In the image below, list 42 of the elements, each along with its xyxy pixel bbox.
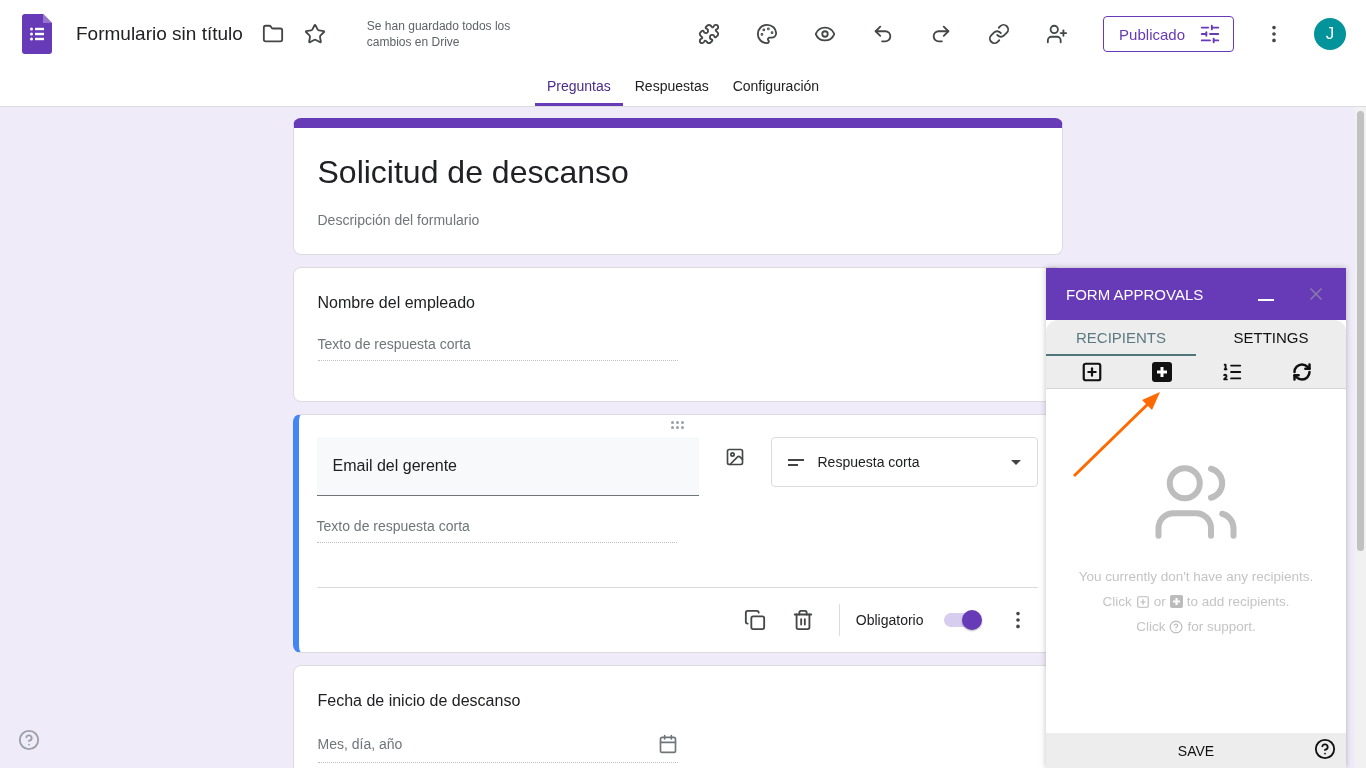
form-description[interactable]: Descripción del formulario xyxy=(317,212,1038,228)
answer-field: Texto de respuesta corta xyxy=(317,336,678,361)
question-title-field[interactable]: Email del gerente xyxy=(316,437,699,496)
help-text: for support. xyxy=(1187,619,1256,634)
help-icon xyxy=(18,729,40,751)
avatar[interactable]: J xyxy=(1314,18,1346,50)
empty-message: You currently don't have any recipients. xyxy=(1078,569,1314,584)
add-filled-square-icon xyxy=(1169,595,1183,608)
add-square-icon xyxy=(1135,594,1150,609)
question-title[interactable]: Fecha de inicio de descanso xyxy=(317,692,1038,710)
sliders-icon xyxy=(1199,23,1221,45)
panel-tab[interactable]: SETTINGS xyxy=(1196,320,1346,356)
answer-field: Mes, día, año xyxy=(317,734,678,763)
save-status: Se han guardado todos los cambios en Drive xyxy=(366,18,512,50)
tab[interactable]: Preguntas xyxy=(534,68,623,106)
help-text: Click xyxy=(1136,619,1166,634)
form-title[interactable]: Formulario sin título xyxy=(76,23,243,45)
help-icon xyxy=(1314,738,1336,760)
answer-field: Texto de respuesta corta xyxy=(316,518,677,543)
publish-button[interactable]: Publicado xyxy=(1103,16,1234,52)
numbered-list-icon xyxy=(1220,361,1243,383)
forms-logo-icon xyxy=(22,14,52,54)
form-heading[interactable]: Solicitud de descanso xyxy=(317,154,1038,191)
panel-title: FORM APPROVALS xyxy=(1066,285,1205,303)
calendar-icon xyxy=(657,734,678,754)
short-text-icon xyxy=(787,457,804,467)
question-type-dropdown[interactable]: Respuesta corta xyxy=(770,437,1038,487)
tab[interactable]: Configuración xyxy=(720,68,832,106)
question-title[interactable]: Nombre del empleado xyxy=(317,294,1038,312)
add-square-icon xyxy=(1080,361,1103,383)
add-filled-square-icon[interactable] xyxy=(1151,362,1172,382)
drag-handle-icon[interactable] xyxy=(670,421,684,429)
tab[interactable]: Respuestas xyxy=(622,68,721,106)
caret-icon xyxy=(1010,459,1021,465)
scrollbar-thumb[interactable] xyxy=(1357,111,1364,551)
help-text: or xyxy=(1153,594,1166,609)
help-text: to add recipients. xyxy=(1186,594,1290,609)
refresh-icon xyxy=(1291,362,1312,382)
save-button[interactable]: SAVE xyxy=(1171,741,1221,760)
help-icon xyxy=(1169,619,1184,634)
help-text: Click xyxy=(1102,594,1132,609)
required-label: Obligatorio xyxy=(855,612,924,628)
